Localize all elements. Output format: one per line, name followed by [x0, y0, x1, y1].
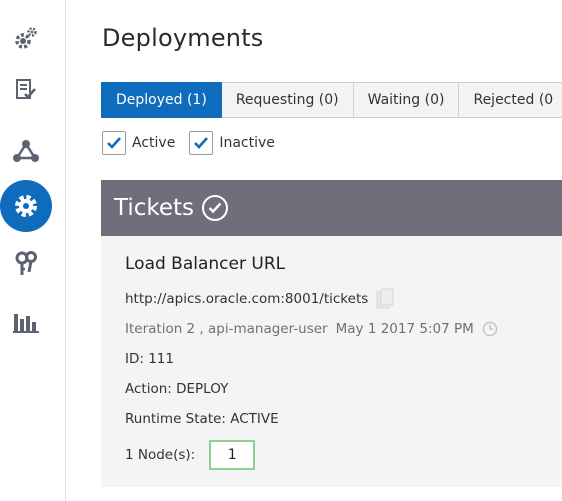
gear-icon — [15, 195, 37, 217]
sidebar — [0, 0, 66, 501]
card-title: Tickets — [114, 195, 195, 221]
sidebar-item-keys[interactable] — [0, 238, 52, 290]
sidebar-item-deployments[interactable] — [0, 180, 52, 232]
nodes-label: 1 Node(s): — [125, 447, 196, 463]
load-balancer-url[interactable]: http://apics.oracle.com:8001/tickets — [125, 291, 368, 307]
nodes-input[interactable]: 1 — [209, 440, 256, 470]
deployment-card: Tickets Load Balancer URL http://apics.o… — [101, 180, 562, 487]
page-title: Deployments — [102, 24, 264, 52]
bar-chart-icon — [13, 314, 39, 333]
tab-rejected[interactable]: Rejected (0 — [459, 82, 562, 118]
iteration-text: Iteration 2 , api-manager-user — [125, 321, 328, 337]
status-filters: Active Inactive — [102, 131, 289, 155]
sidebar-item-checklist[interactable] — [0, 64, 52, 116]
inactive-checkbox[interactable] — [189, 131, 214, 155]
main-content: Deployments Deployed (1) Requesting (0) … — [66, 0, 562, 501]
card-header: Tickets — [101, 180, 562, 236]
deployment-id: ID: 111 — [125, 351, 174, 367]
network-icon — [13, 140, 39, 162]
deployment-tabs: Deployed (1) Requesting (0) Waiting (0) … — [101, 82, 562, 118]
copy-icon[interactable] — [376, 288, 394, 310]
checkmark-icon — [107, 137, 121, 149]
checklist-icon — [16, 79, 36, 99]
sidebar-item-analytics[interactable] — [0, 296, 52, 348]
clock-icon — [482, 321, 497, 337]
card-body: Load Balancer URL http://apics.oracle.co… — [125, 254, 562, 470]
tab-waiting[interactable]: Waiting (0) — [353, 82, 460, 118]
runtime-state: Runtime State: ACTIVE — [125, 411, 279, 427]
gears-icon — [15, 27, 37, 49]
iteration-row: Iteration 2 , api-manager-user May 1 201… — [125, 314, 562, 344]
action-row: Action: DEPLOY — [125, 374, 562, 404]
nodes-row: 1 Node(s): 1 — [125, 440, 562, 470]
url-row: http://apics.oracle.com:8001/tickets — [125, 284, 562, 314]
tab-deployed[interactable]: Deployed (1) — [101, 82, 222, 118]
active-checkbox[interactable] — [102, 131, 126, 155]
inactive-label: Inactive — [219, 135, 275, 151]
filter-inactive[interactable]: Inactive — [189, 131, 275, 155]
sidebar-item-gears[interactable] — [0, 12, 52, 64]
runtime-row: Runtime State: ACTIVE — [125, 404, 562, 434]
keys-icon — [15, 251, 37, 275]
active-label: Active — [132, 135, 176, 151]
sidebar-item-network[interactable] — [0, 125, 52, 177]
section-title: Load Balancer URL — [125, 254, 286, 274]
deployment-action: Action: DEPLOY — [125, 381, 229, 397]
tab-requesting[interactable]: Requesting (0) — [221, 82, 354, 118]
checkmark-icon — [194, 137, 209, 149]
filter-active[interactable]: Active — [102, 131, 175, 155]
id-row: ID: 111 — [125, 344, 562, 374]
timestamp: May 1 2017 5:07 PM — [335, 321, 474, 337]
check-circle-icon — [202, 195, 229, 221]
